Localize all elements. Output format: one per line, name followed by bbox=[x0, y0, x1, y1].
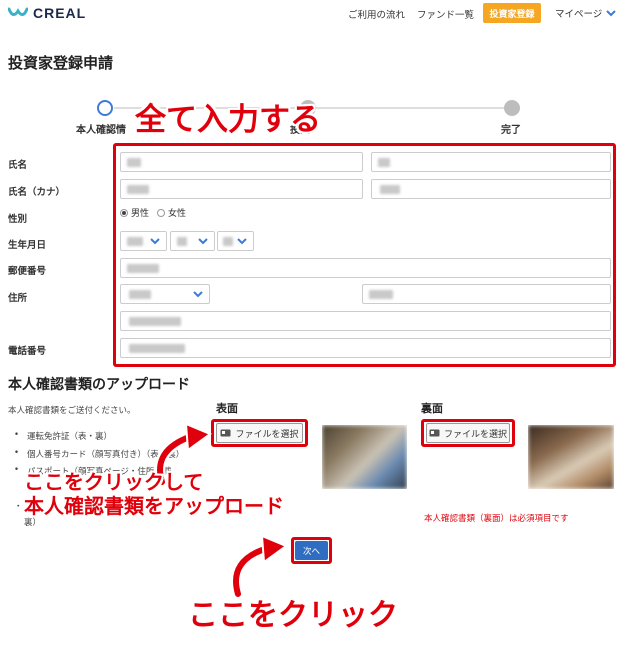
chevron-down-icon bbox=[606, 10, 617, 17]
step-indicator-current bbox=[97, 100, 113, 116]
label-phone: 電話番号 bbox=[8, 346, 47, 357]
upload-section-title: 本人確認書類のアップロード bbox=[8, 377, 190, 393]
creal-wave-icon bbox=[8, 7, 28, 16]
back-side-error-message: 本人確認書類（裏面）は必須項目です bbox=[424, 514, 569, 524]
label-name-kana: 氏名（カナ） bbox=[8, 187, 66, 198]
document-item: ・ bbox=[14, 500, 23, 512]
front-document-thumbnail bbox=[322, 425, 407, 489]
page-title: 投資家登録申請 bbox=[8, 54, 114, 72]
back-file-highlight-box bbox=[421, 419, 515, 447]
document-item-label: ・ bbox=[14, 502, 23, 512]
front-file-highlight-box bbox=[211, 419, 308, 447]
step-label: 完了 bbox=[501, 125, 521, 136]
back-side-heading: 裏面 bbox=[421, 402, 443, 415]
step-indicator bbox=[504, 100, 520, 116]
logo-text: CREAL bbox=[33, 5, 87, 21]
nav-mypage[interactable]: マイページ bbox=[555, 6, 617, 20]
nav-how-it-works[interactable]: ご利用の流れ bbox=[348, 7, 405, 21]
annotation-click-here: ここをクリック bbox=[188, 598, 398, 633]
step-label: 本人確認情 bbox=[76, 125, 126, 136]
investor-register-button[interactable]: 投資家登録 bbox=[483, 3, 541, 23]
label-postal-code: 郵便番号 bbox=[8, 266, 47, 277]
logo[interactable]: CREAL bbox=[8, 5, 86, 21]
annotation-fill-all: 全て入力する bbox=[135, 102, 321, 138]
back-document-thumbnail bbox=[528, 425, 614, 489]
step-connector bbox=[314, 107, 504, 109]
label-name: 氏名 bbox=[8, 160, 28, 171]
nav-mypage-label: マイページ bbox=[555, 9, 603, 20]
site-header: CREAL ご利用の流れ ファンド一覧 投資家登録 マイページ bbox=[0, 0, 620, 28]
label-gender: 性別 bbox=[8, 214, 28, 225]
nav-fund-list[interactable]: ファンド一覧 bbox=[417, 7, 474, 21]
document-item-label: 運転免許証（表・裏） bbox=[27, 432, 113, 442]
upload-description: 本人確認書類をご送付ください。 bbox=[8, 406, 136, 416]
label-address: 住所 bbox=[8, 293, 28, 304]
label-birthdate: 生年月日 bbox=[8, 240, 47, 251]
annotation-click-upload-line2: 本人確認書類をアップロード bbox=[24, 494, 284, 518]
front-side-heading: 表面 bbox=[216, 402, 238, 415]
form-highlight-box bbox=[113, 143, 616, 367]
document-item: • 運転免許証（表・裏） bbox=[14, 430, 113, 442]
